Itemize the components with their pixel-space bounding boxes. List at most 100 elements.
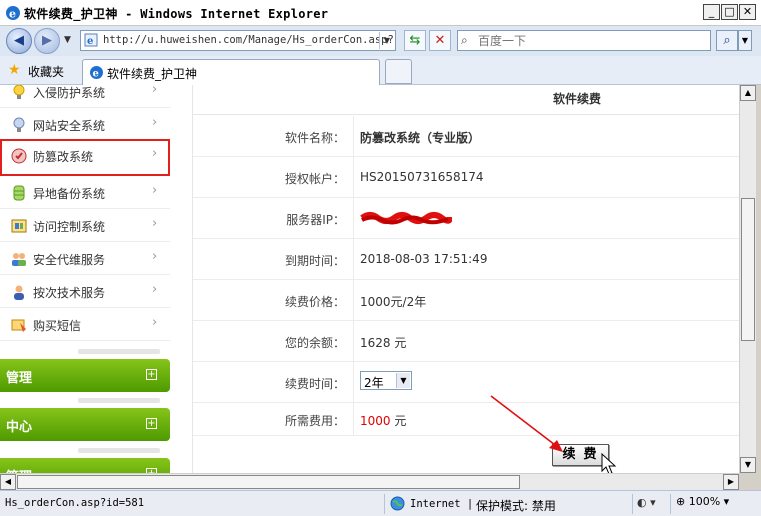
field-label: 到期时间：: [284, 254, 345, 268]
chevron-right-icon: ›: [152, 85, 158, 97]
people-icon: [12, 253, 26, 266]
scroll-down-icon[interactable]: ▼: [740, 457, 756, 473]
field-label: 您的余额：: [284, 336, 345, 350]
duration-selected-value: 2年: [364, 376, 384, 390]
sidebar-item-per-use-support[interactable]: 按次技术服务 ›: [0, 275, 170, 308]
search-input[interactable]: [478, 32, 698, 49]
field-label: 软件名称：: [284, 131, 345, 145]
search-options-icon[interactable]: ▼: [738, 30, 752, 51]
field-label: 授权帐户：: [284, 172, 345, 186]
sidebar-item-security-ops[interactable]: 安全代维服务 ›: [0, 242, 170, 275]
protected-mode-label: 保护模式: 禁用: [476, 499, 556, 513]
sidebar-item-label: 异地备份系统: [33, 187, 106, 201]
section-label: 管理: [6, 466, 32, 473]
security-settings-icon[interactable]: ◐ ▾: [637, 496, 656, 509]
bulb-icon: [13, 117, 25, 132]
row-price: 续费价格： 1000元/2年: [193, 280, 739, 321]
zoom-level[interactable]: ⊕ 100% ▾: [676, 495, 729, 508]
scroll-left-icon[interactable]: ◀: [0, 474, 16, 490]
new-tab-button[interactable]: [385, 59, 412, 84]
expiry-value: 2018-08-03 17:51:49: [360, 252, 488, 266]
sidebar-item-label: 安全代维服务: [33, 253, 106, 267]
sidebar-item-label: 购买短信: [33, 319, 82, 333]
expand-plus-icon[interactable]: +: [146, 369, 157, 380]
status-link-text: Hs_orderCon.asp?id=581: [5, 497, 145, 509]
chevron-down-icon[interactable]: ▼: [396, 373, 410, 388]
address-dropdown-icon[interactable]: ▼: [379, 32, 394, 49]
sidebar-divider: [78, 448, 160, 453]
row-server-ip: 服务器IP：: [193, 198, 739, 239]
sidebar-item-remote-backup[interactable]: 异地备份系统 ›: [0, 176, 170, 209]
chevron-right-icon: ›: [152, 315, 158, 330]
tab-current[interactable]: e 软件续费_护卫神: [82, 59, 380, 85]
sidebar-item-website-security[interactable]: 网站安全系统 ›: [0, 108, 170, 141]
sidebar: 入侵防护系统 › 网站安全系统 › 防篡改系统 › 异地备份系统 › 访问控制系…: [0, 85, 180, 473]
sidebar-section-center[interactable]: 中心 +: [0, 408, 170, 441]
status-bar: Hs_orderCon.asp?id=581 Internet | 保护模式: …: [0, 490, 761, 516]
sidebar-item-anti-tamper[interactable]: 防篡改系统 ›: [0, 139, 170, 176]
sidebar-item-intrusion-protection[interactable]: 入侵防护系统 ›: [0, 85, 170, 108]
stop-icon[interactable]: ✕: [429, 30, 451, 51]
sidebar-item-buy-sms[interactable]: 购买短信 ›: [0, 308, 170, 341]
expand-plus-icon[interactable]: +: [146, 418, 157, 429]
vertical-scrollbar[interactable]: ▲ ▼: [739, 85, 756, 473]
vertical-scroll-thumb[interactable]: [741, 198, 755, 341]
duration-select[interactable]: 2年 ▼: [360, 371, 412, 390]
field-label: 所需费用：: [284, 414, 345, 428]
search-icon[interactable]: ⌕: [716, 30, 738, 51]
globe-icon: [390, 496, 405, 511]
svg-text:e: e: [93, 69, 99, 80]
sidebar-item-label: 按次技术服务: [33, 286, 106, 300]
url-text[interactable]: http://u.huweishen.com/Manage/Hs_orderCo…: [103, 34, 394, 46]
navigation-bar: ◀ ▶ ▼ e http://u.huweishen.com/Manage/Hs…: [0, 26, 761, 56]
scroll-up-icon[interactable]: ▲: [740, 85, 756, 101]
svg-text:e: e: [87, 36, 93, 47]
svg-text:e: e: [9, 8, 16, 21]
refresh-icon[interactable]: ⇆: [404, 30, 426, 51]
scroll-corner: [739, 473, 756, 490]
row-software-name: 软件名称： 防篡改系统（专业版）: [193, 116, 739, 157]
scroll-right-icon[interactable]: ▶: [723, 474, 739, 490]
favorites-star-icon[interactable]: ★: [8, 62, 21, 78]
price-value: 1000元/2年: [360, 295, 427, 309]
row-duration: 续费时间： 2年 ▼: [193, 362, 739, 403]
access-control-icon: [11, 219, 27, 233]
window-title: 软件续费_护卫神 - Windows Internet Explorer: [24, 7, 329, 21]
chevron-right-icon: ›: [152, 216, 158, 231]
row-expiry: 到期时间： 2018-08-03 17:51:49: [193, 239, 739, 280]
sidebar-item-label: 网站安全系统: [33, 119, 106, 133]
favorites-button[interactable]: 收藏夹: [28, 63, 64, 80]
horizontal-scrollbar[interactable]: ◀ ▶: [0, 473, 739, 490]
row-account: 授权帐户： HS20150731658174: [193, 157, 739, 198]
bulb-icon: [13, 85, 25, 99]
chevron-right-icon: ›: [152, 146, 158, 161]
fee-value: 1000 元: [360, 412, 406, 429]
software-name-value: 防篡改系统（专业版）: [360, 131, 481, 145]
chevron-right-icon: ›: [152, 183, 158, 198]
favorites-bar: ★ 收藏夹 e 软件续费_护卫神: [0, 56, 761, 85]
history-dropdown-icon[interactable]: ▼: [64, 35, 71, 45]
account-value: HS20150731658174: [360, 170, 484, 184]
database-icon: [13, 185, 25, 201]
field-label: 服务器IP：: [286, 213, 345, 227]
address-bar[interactable]: e http://u.huweishen.com/Manage/Hs_order…: [80, 30, 396, 51]
page-title: 软件续费: [553, 92, 602, 106]
chevron-right-icon: ›: [152, 115, 158, 130]
balance-value: 1628 元: [360, 336, 407, 350]
sidebar-section-management[interactable]: 管理 +: [0, 359, 170, 392]
minimize-button[interactable]: _: [703, 4, 720, 20]
row-balance: 您的余额： 1628 元: [193, 321, 739, 362]
section-label: 管理: [6, 371, 33, 386]
search-provider-icon: ⌕: [461, 33, 468, 47]
horizontal-scroll-thumb[interactable]: [17, 475, 520, 489]
sidebar-section-management-2[interactable]: 管理 +: [0, 458, 170, 473]
back-button[interactable]: ◀: [6, 28, 32, 54]
chevron-right-icon: ›: [152, 282, 158, 297]
sidebar-item-access-control[interactable]: 访问控制系统 ›: [0, 209, 170, 242]
close-window-button[interactable]: ✕: [739, 4, 756, 20]
forward-button[interactable]: ▶: [34, 28, 60, 54]
search-box[interactable]: ⌕: [457, 30, 711, 51]
maximize-button[interactable]: □: [721, 4, 738, 20]
tamper-shield-icon: [11, 148, 27, 164]
ie-logo-icon: e: [6, 6, 20, 21]
